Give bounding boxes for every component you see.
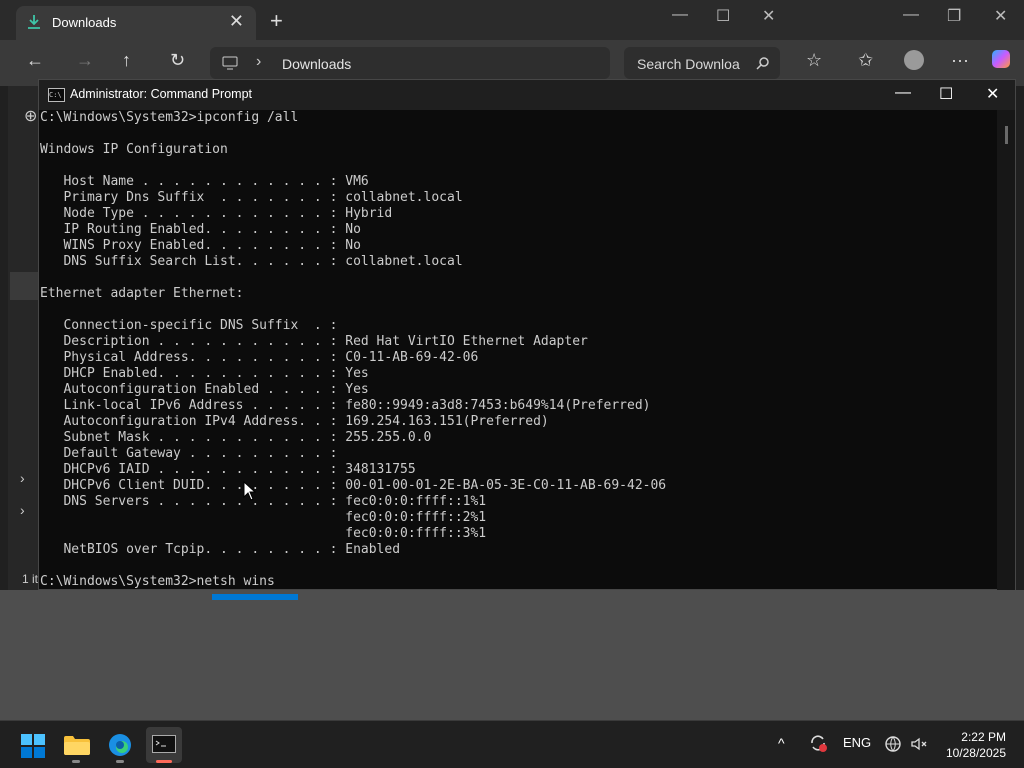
mouse-cursor-icon — [243, 481, 257, 501]
running-indicator — [116, 760, 124, 763]
console-line: fec0:0:0:ffff::3%1 — [40, 526, 487, 541]
console-line: C:\Windows\System32>ipconfig /all — [40, 110, 299, 125]
edge-outer-close-icon[interactable]: ✕ — [994, 6, 1007, 26]
tab-title: Downloads — [52, 15, 117, 30]
clock[interactable]: 2:22 PM 10/28/2025 — [946, 729, 1006, 761]
network-globe-icon[interactable] — [884, 735, 902, 753]
favorites-icon[interactable]: ✩ — [858, 50, 873, 71]
address-separator: › — [256, 53, 262, 70]
console-line: IP Routing Enabled. . . . . . . . : No — [40, 222, 361, 237]
taskbar-command-prompt[interactable] — [146, 727, 182, 763]
console-line: fec0:0:0:ffff::2%1 — [40, 510, 487, 525]
edge-browser-icon — [109, 734, 131, 756]
cmd-title-bar[interactable]: C:\ Administrator: Command Prompt — ☐ ✕ — [39, 80, 1015, 110]
up-icon[interactable]: ↑ — [122, 50, 131, 71]
console-line: WINS Proxy Enabled. . . . . . . . : No — [40, 238, 361, 253]
search-icon — [756, 57, 769, 70]
console-line: DNS Suffix Search List. . . . . . : coll… — [40, 254, 463, 269]
edge-tab-strip: Downloads ✕ + — ☐ ✕ — ❐ ✕ — [0, 0, 1024, 40]
language-indicator[interactable]: ENG — [843, 735, 871, 750]
cmd-app-icon: C:\ — [48, 88, 65, 102]
console-line: Link-local IPv6 Address . . . . . : fe80… — [40, 398, 651, 413]
console-line: DHCP Enabled. . . . . . . . . . . : Yes — [40, 366, 369, 381]
folder-icon — [64, 736, 90, 755]
new-tab-button[interactable]: + — [270, 8, 283, 34]
edge-lower-area — [0, 590, 1024, 720]
console-line: C:\Windows\System32>netsh wins — [40, 574, 275, 589]
console-line: Node Type . . . . . . . . . . . . : Hybr… — [40, 206, 393, 221]
edge-sidebar: ⊕ › › 1 it — [8, 86, 40, 590]
console-line: Connection-specific DNS Suffix . : — [40, 318, 338, 333]
taskbar-edge[interactable] — [102, 727, 138, 763]
search-box[interactable]: Search Downloa — [624, 47, 780, 79]
console-text: C:\Windows\System32>ipconfig /all Window… — [40, 110, 998, 590]
windows-logo-icon — [21, 734, 45, 758]
console-line: Windows IP Configuration — [40, 142, 228, 157]
update-sync-icon[interactable] — [808, 733, 828, 753]
console-line: Autoconfiguration Enabled . . . . : Yes — [40, 382, 369, 397]
running-indicator — [72, 760, 80, 763]
cmd-title: Administrator: Command Prompt — [70, 87, 253, 101]
item-count-status: 1 it — [22, 572, 39, 586]
edge-maximize-icon[interactable]: ☐ — [716, 6, 730, 26]
console-line: Ethernet adapter Ethernet: — [40, 286, 244, 301]
active-indicator — [156, 760, 172, 763]
console-line: Host Name . . . . . . . . . . . . : VM6 — [40, 174, 369, 189]
terminal-icon — [152, 735, 176, 753]
tab-close-icon[interactable]: ✕ — [229, 11, 244, 32]
more-icon[interactable]: ··· — [951, 50, 969, 71]
taskbar: ^ ENG 2:22 PM 10/28/2025 — [0, 720, 1024, 768]
edge-outer-restore-icon[interactable]: ❐ — [947, 6, 961, 26]
cmd-scrollbar[interactable] — [997, 110, 1015, 590]
cmd-console-output[interactable]: C:\Windows\System32>ipconfig /all Window… — [40, 110, 998, 590]
back-icon[interactable]: ← — [26, 50, 44, 71]
address-bar[interactable]: › Downloads — [210, 47, 610, 79]
edge-minimize-icon[interactable]: — — [672, 6, 688, 24]
console-line: Autoconfiguration IPv4 Address. . : 169.… — [40, 414, 549, 429]
expand-chevron-icon[interactable]: › — [20, 470, 25, 486]
command-prompt-window[interactable]: C:\ Administrator: Command Prompt — ☐ ✕ … — [38, 79, 1016, 590]
favorite-star-icon[interactable]: ☆ — [806, 50, 822, 71]
selection-highlight — [212, 594, 298, 600]
console-line: DNS Servers . . . . . . . . . . . : fec0… — [40, 494, 487, 509]
start-button[interactable] — [14, 727, 50, 763]
address-text: Downloads — [282, 56, 352, 72]
console-line: Description . . . . . . . . . . . : Red … — [40, 334, 588, 349]
taskbar-file-explorer[interactable] — [58, 727, 94, 763]
forward-icon[interactable]: → — [76, 50, 94, 71]
tab-downloads[interactable]: Downloads ✕ — [16, 6, 256, 40]
cmd-close-icon[interactable]: ✕ — [986, 84, 999, 104]
console-line: Default Gateway . . . . . . . . . : — [40, 446, 338, 461]
cmd-maximize-icon[interactable]: ☐ — [939, 84, 953, 104]
expand-chevron-icon[interactable]: › — [20, 502, 25, 518]
clock-time: 2:22 PM — [961, 730, 1006, 744]
edge-outer-minimize-icon[interactable]: — — [903, 6, 919, 24]
show-hidden-icons-icon[interactable]: ^ — [778, 735, 785, 751]
edge-close-icon[interactable]: ✕ — [762, 6, 775, 26]
console-line: DHCPv6 Client DUID. . . . . . . . : 00-0… — [40, 478, 667, 493]
cmd-minimize-icon[interactable]: — — [895, 84, 911, 102]
clock-date: 10/28/2025 — [945, 746, 1006, 760]
profile-avatar-icon[interactable] — [904, 50, 924, 70]
sidebar-add-icon[interactable]: ⊕ — [24, 106, 37, 126]
console-line: Physical Address. . . . . . . . . : C0-1… — [40, 350, 479, 365]
console-line: NetBIOS over Tcpip. . . . . . . . : Enab… — [40, 542, 401, 557]
console-line: DHCPv6 IAID . . . . . . . . . . . : 3481… — [40, 462, 416, 477]
computer-icon — [222, 56, 238, 70]
console-line: Primary Dns Suffix . . . . . . . : colla… — [40, 190, 463, 205]
download-icon — [28, 15, 40, 29]
volume-muted-icon[interactable] — [910, 735, 928, 753]
copilot-icon[interactable] — [992, 50, 1010, 68]
console-line: Subnet Mask . . . . . . . . . . . : 255.… — [40, 430, 432, 445]
sidebar-selected-item[interactable] — [10, 272, 40, 300]
refresh-icon[interactable]: ↻ — [170, 50, 185, 71]
scrollbar-thumb[interactable] — [1005, 126, 1008, 144]
search-placeholder: Search Downloa — [637, 56, 740, 72]
